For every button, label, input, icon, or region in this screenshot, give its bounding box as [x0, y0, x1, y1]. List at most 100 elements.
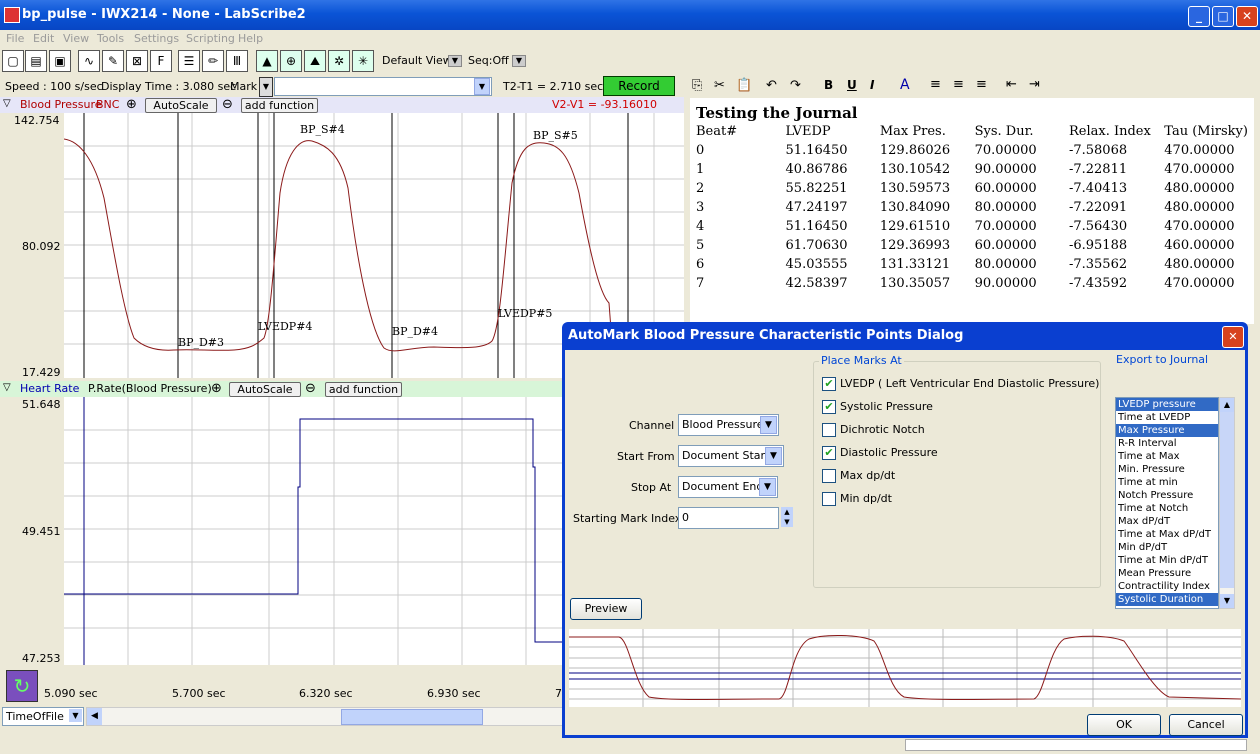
- list-item[interactable]: R-R Interval: [1116, 437, 1218, 450]
- systolic-checkbox[interactable]: ✔: [822, 400, 836, 414]
- scroll-down-icon[interactable]: ▼: [1220, 594, 1234, 608]
- grid-spectrum-icon[interactable]: ✳: [352, 50, 374, 72]
- list-item[interactable]: Mean Pressure: [1116, 567, 1218, 580]
- cancel-button[interactable]: Cancel: [1169, 714, 1243, 736]
- analysis-icon[interactable]: ✎: [102, 50, 124, 72]
- chevron-down-icon[interactable]: ▼: [512, 55, 526, 67]
- max-dpdt-checkbox[interactable]: [822, 469, 836, 483]
- starting-mark-index-input[interactable]: 0: [678, 507, 779, 529]
- save-data-icon[interactable]: ↻: [6, 670, 38, 702]
- peak-icon[interactable]: ▲: [256, 50, 278, 72]
- align-right-icon[interactable]: ≡: [976, 77, 987, 92]
- chevron-down-icon[interactable]: ▼: [474, 78, 490, 95]
- chevron-down-icon[interactable]: ▼: [759, 478, 776, 496]
- pencil-icon[interactable]: ✏: [202, 50, 224, 72]
- list-item[interactable]: Max dP/dT: [1116, 515, 1218, 528]
- horizontal-scrollbar[interactable]: ◀: [86, 707, 564, 726]
- list-scrollbar[interactable]: ▲ ▼: [1219, 397, 1235, 609]
- dialog-close-button[interactable]: ✕: [1222, 326, 1244, 348]
- list-item[interactable]: Time at Max dP/dT: [1116, 528, 1218, 541]
- index-stepper[interactable]: ▲ ▼: [781, 507, 793, 527]
- new-file-icon[interactable]: ▢: [2, 50, 24, 72]
- journal-panel[interactable]: Testing the Journal Beat# LVEDP Max Pres…: [690, 98, 1254, 324]
- chevron-down-icon[interactable]: ▼: [69, 709, 82, 722]
- add-function-button[interactable]: add function: [241, 98, 318, 113]
- sequence-selector[interactable]: Seq:Off: [468, 54, 509, 67]
- collapse-icon[interactable]: ▽: [3, 382, 11, 393]
- lvedp-checkbox[interactable]: ✔: [822, 377, 836, 391]
- dichrotic-checkbox[interactable]: [822, 423, 836, 437]
- xy-view-icon[interactable]: ⊠: [126, 50, 148, 72]
- list-item[interactable]: Time at Max: [1116, 450, 1218, 463]
- add-function-button[interactable]: add function: [325, 382, 402, 397]
- list-item[interactable]: Min dP/dT: [1116, 541, 1218, 554]
- mountain-icon[interactable]: ⛰: [304, 50, 326, 72]
- close-window-button[interactable]: ✕: [1236, 6, 1258, 27]
- save-icon[interactable]: ▣: [49, 50, 71, 72]
- cut-icon[interactable]: ✂: [714, 78, 725, 93]
- time-mode-select[interactable]: TimeOfFile ▼: [2, 707, 84, 726]
- scroll-thumb[interactable]: [341, 709, 483, 725]
- menu-scripting[interactable]: Scripting: [186, 32, 235, 45]
- list-item[interactable]: Time at Notch: [1116, 502, 1218, 515]
- ok-button[interactable]: OK: [1087, 714, 1161, 736]
- list-item[interactable]: LVEDP pressure: [1116, 398, 1218, 411]
- list-item[interactable]: Min. Pressure: [1116, 463, 1218, 476]
- align-left-icon[interactable]: ≡: [930, 77, 941, 92]
- zoom-out-icon[interactable]: ⊖: [222, 97, 233, 112]
- diastolic-checkbox[interactable]: ✔: [822, 446, 836, 460]
- record-button[interactable]: Record: [603, 76, 675, 96]
- menu-settings[interactable]: Settings: [134, 32, 179, 45]
- autoscale-button[interactable]: AutoScale: [229, 382, 301, 397]
- chevron-down-icon[interactable]: ▼: [448, 55, 462, 67]
- list-item[interactable]: Contractility Index: [1116, 580, 1218, 593]
- channel-select[interactable]: Blood Pressure ▼: [678, 414, 779, 436]
- journal-icon[interactable]: ☰: [178, 50, 200, 72]
- main-view-icon[interactable]: ∿: [78, 50, 100, 72]
- copy-icon[interactable]: ⎘: [692, 78, 702, 93]
- scroll-left-icon[interactable]: ◀: [87, 708, 102, 725]
- mark-input[interactable]: [274, 77, 492, 96]
- scroll-up-icon[interactable]: ▲: [1220, 398, 1234, 412]
- menu-help[interactable]: Help: [238, 32, 263, 45]
- zoom-out-icon[interactable]: ⊖: [305, 381, 316, 396]
- redo-icon[interactable]: ↷: [790, 78, 801, 93]
- bold-icon[interactable]: B: [824, 78, 833, 92]
- list-item[interactable]: Time at LVEDP: [1116, 411, 1218, 424]
- menu-view[interactable]: View: [63, 32, 89, 45]
- italic-icon[interactable]: I: [870, 78, 874, 92]
- font-color-icon[interactable]: A: [900, 77, 910, 93]
- min-dpdt-checkbox[interactable]: [822, 492, 836, 506]
- undo-icon[interactable]: ↶: [766, 78, 777, 93]
- chevron-down-icon[interactable]: ▼: [765, 447, 782, 465]
- open-folder-icon[interactable]: ▤: [25, 50, 47, 72]
- maximize-button[interactable]: □: [1212, 6, 1234, 27]
- preview-button[interactable]: Preview: [570, 598, 642, 620]
- zoom-in-icon[interactable]: ⊕: [126, 97, 137, 112]
- zoom-in-icon[interactable]: ⊕: [211, 381, 222, 396]
- list-item[interactable]: Time at Min dP/dT: [1116, 554, 1218, 567]
- view-selector[interactable]: Default View: [382, 54, 452, 67]
- heart-rate-plot[interactable]: [64, 397, 564, 665]
- underline-icon[interactable]: U: [847, 78, 857, 92]
- menu-tools[interactable]: Tools: [97, 32, 124, 45]
- list-item[interactable]: Notch Pressure: [1116, 489, 1218, 502]
- menu-edit[interactable]: Edit: [33, 32, 54, 45]
- scroll-thumb[interactable]: [1220, 412, 1234, 588]
- list-item[interactable]: Time at min: [1116, 476, 1218, 489]
- chevron-down-icon[interactable]: ▼: [760, 416, 777, 434]
- autoscale-button[interactable]: AutoScale: [145, 98, 217, 113]
- indent-icon[interactable]: ⇥: [1029, 77, 1040, 92]
- target-icon[interactable]: ⊕: [280, 50, 302, 72]
- collapse-icon[interactable]: ▽: [3, 98, 11, 109]
- list-item[interactable]: Systolic Duration: [1116, 593, 1218, 606]
- menu-file[interactable]: File: [6, 32, 24, 45]
- fft-icon[interactable]: F: [150, 50, 172, 72]
- stop-at-select[interactable]: Document End ▼: [678, 476, 778, 498]
- outdent-icon[interactable]: ⇤: [1006, 77, 1017, 92]
- paste-icon[interactable]: 📋: [736, 78, 752, 93]
- start-from-select[interactable]: Document Start ▼: [678, 445, 784, 467]
- spectrum-icon[interactable]: ✲: [328, 50, 350, 72]
- bars-icon[interactable]: Ⅲ: [226, 50, 248, 72]
- minimize-button[interactable]: _: [1188, 6, 1210, 27]
